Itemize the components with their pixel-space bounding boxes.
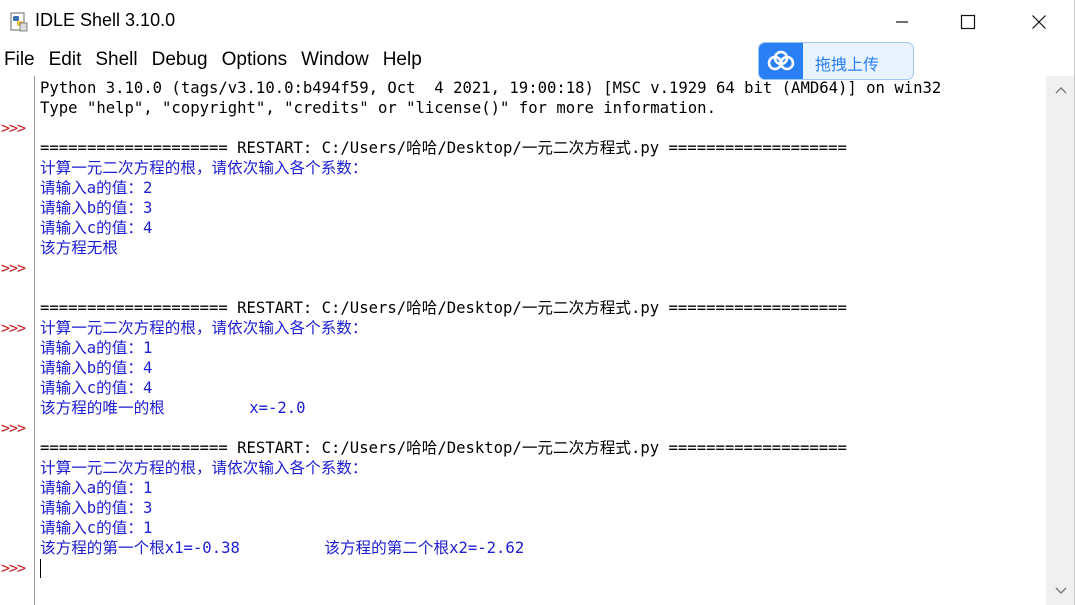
menu-window[interactable]: Window [294, 49, 376, 71]
shell-line: 请输入a的值：2 [40, 179, 153, 197]
upload-label: 拖拽上传 [815, 55, 880, 74]
shell-line: 请输入b的值：3 [40, 199, 153, 217]
window-title: IDLE Shell 3.10.0 [35, 10, 176, 30]
minimize-icon [896, 21, 908, 23]
shell-line: ==================== RESTART: C:/Users/哈… [40, 139, 847, 157]
menu-file[interactable]: File [0, 49, 42, 71]
shell-line: 请输入b的值：4 [40, 359, 153, 377]
shell-line: 请输入c的值：4 [40, 219, 153, 237]
chevron-down-icon [1055, 587, 1066, 594]
shell-area: >>> >>> >>> >>> >>> Python 3.10.0 (tags/v3.1… [0, 76, 1075, 605]
menu-help[interactable]: Help [376, 49, 429, 71]
cloud-icon [759, 43, 803, 79]
text-cursor [40, 559, 41, 578]
shell-line: ==================== RESTART: C:/Users/哈… [40, 299, 847, 317]
shell-line: 请输入c的值：1 [40, 519, 153, 537]
maximize-icon [960, 14, 976, 30]
title-bar: IDLE Shell 3.10.0 [0, 0, 1075, 44]
menu-options[interactable]: Options [215, 49, 294, 71]
shell-prompt: >>> [1, 259, 26, 277]
python-idle-icon [8, 11, 30, 33]
shell-line: 该方程无根 [40, 239, 118, 257]
shell-line: Type "help", "copyright", "credits" or "… [40, 99, 716, 117]
shell-line: 计算一元二次方程的根，请依次输入各个系数： [40, 459, 368, 477]
shell-prompt: >>> [1, 419, 26, 437]
shell-text-area[interactable]: Python 3.10.0 (tags/v3.10.0:b494f59, Oct… [40, 76, 1040, 605]
scroll-down-button[interactable] [1046, 577, 1075, 605]
chevron-up-icon [1055, 87, 1066, 94]
menu-edit[interactable]: Edit [42, 49, 89, 71]
close-icon [1032, 15, 1046, 29]
shell-line: 请输入c的值：4 [40, 379, 153, 397]
shell-line: 请输入a的值：1 [40, 339, 153, 357]
shell-prompt: >>> [1, 319, 26, 337]
shell-line: 请输入a的值：1 [40, 479, 153, 497]
shell-prompt: >>> [1, 559, 26, 577]
shell-line: ==================== RESTART: C:/Users/哈… [40, 439, 847, 457]
gutter-divider [34, 76, 35, 605]
shell-line: 计算一元二次方程的根，请依次输入各个系数： [40, 159, 368, 177]
shell-prompt: >>> [1, 119, 26, 137]
minimize-button[interactable] [867, 0, 937, 44]
shell-line: 请输入b的值：3 [40, 499, 153, 517]
menu-bar: File Edit Shell Debug Options Window Hel… [0, 44, 429, 76]
shell-line: 该方程的唯一的根 x=-2.0 [40, 399, 306, 417]
shell-line: 该方程的第一个根x1=-0.38 该方程的第二个根x2=-2.62 [40, 539, 525, 557]
menu-debug[interactable]: Debug [145, 49, 215, 71]
vertical-scrollbar[interactable] [1046, 76, 1075, 605]
close-button[interactable] [1004, 0, 1074, 44]
shell-line: 计算一元二次方程的根，请依次输入各个系数： [40, 319, 368, 337]
prompt-gutter: >>> >>> >>> >>> >>> [0, 76, 34, 605]
shell-line: Python 3.10.0 (tags/v3.10.0:b494f59, Oct… [40, 79, 942, 97]
upload-widget[interactable]: 拖拽上传 [758, 42, 914, 80]
maximize-button[interactable] [933, 0, 1003, 44]
scroll-up-button[interactable] [1046, 76, 1075, 104]
menu-shell[interactable]: Shell [88, 49, 144, 71]
